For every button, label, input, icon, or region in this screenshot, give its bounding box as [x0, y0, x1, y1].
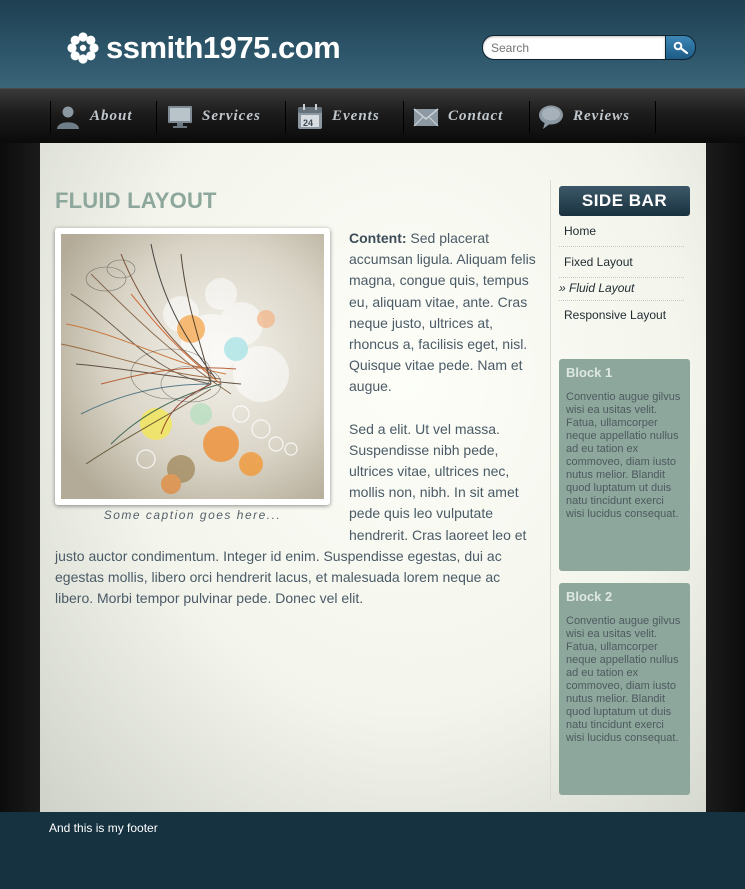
search-key-icon — [673, 41, 688, 54]
monitor-icon — [168, 105, 192, 128]
sidebar-divider-line — [559, 277, 684, 278]
calendar-day: 24 — [303, 118, 314, 128]
image-float-spacer — [55, 228, 349, 531]
block-title: Block 1 — [566, 365, 613, 380]
site-name: ssmith1975.com — [106, 30, 341, 65]
site-logo[interactable]: ssmith1975.com — [66, 30, 341, 66]
nav-item-about[interactable]: About — [54, 89, 133, 144]
nav-label: About — [90, 108, 133, 124]
sidebar-divider-line — [559, 300, 684, 301]
search-bar — [482, 35, 696, 60]
nav-label: Services — [202, 108, 261, 124]
user-icon — [57, 106, 79, 129]
sidebar-title: SIDE BAR — [559, 186, 690, 216]
nav-separator — [529, 101, 530, 133]
nav-label: Contact — [448, 108, 504, 124]
nav-label: Reviews — [573, 108, 630, 124]
nav-separator — [403, 101, 404, 133]
right-gutter — [706, 143, 745, 812]
speech-bubble-icon — [539, 105, 563, 129]
nav-item-contact[interactable]: Contact — [412, 89, 503, 144]
sidebar-block-1: Block 1 Conventio augue gilvus wisi ea u… — [559, 359, 690, 571]
sidebar-link-responsive-layout[interactable]: Responsive Layout — [559, 308, 684, 322]
nav-item-reviews[interactable]: Reviews — [537, 89, 630, 144]
flower-icon — [67, 32, 99, 64]
block-text: Conventio augue gilvus wisi ea usitas ve… — [566, 391, 681, 520]
nav-item-services[interactable]: Services — [166, 89, 261, 144]
footer-text: And this is my footer — [49, 821, 158, 835]
sidebar-link-fixed-layout[interactable]: Fixed Layout — [559, 255, 684, 269]
nav-label: Events — [332, 108, 380, 124]
search-button[interactable] — [665, 35, 696, 60]
main-nav: About Services 24 Events Contact Reviews — [0, 88, 745, 143]
left-gutter — [0, 143, 40, 812]
content-label: Content: — [349, 230, 407, 246]
nav-separator — [50, 101, 51, 133]
paragraph-1-text: Sed placerat accumsan ligula. Aliquam fe… — [349, 230, 536, 395]
sidebar-link-fluid-layout[interactable]: » Fluid Layout — [559, 281, 684, 295]
block-title: Block 2 — [566, 589, 613, 604]
sidebar-block-2: Block 2 Conventio augue gilvus wisi ea u… — [559, 583, 690, 795]
page-title: FLUID LAYOUT — [55, 188, 217, 213]
envelope-icon — [413, 107, 439, 126]
search-input[interactable] — [482, 35, 666, 60]
nav-separator — [655, 101, 656, 133]
nav-separator — [285, 101, 286, 133]
site-header: ssmith1975.com — [0, 0, 745, 88]
sidebar-divider-line — [559, 246, 684, 247]
sidebar-divider — [550, 180, 551, 800]
sidebar-link-home[interactable]: Home — [559, 224, 684, 238]
nav-separator — [156, 101, 157, 133]
block-text: Conventio augue gilvus wisi ea usitas ve… — [566, 615, 681, 744]
nav-item-events[interactable]: 24 Events — [296, 89, 380, 144]
main-content: Content: Sed placerat accumsan ligula. A… — [55, 228, 537, 609]
